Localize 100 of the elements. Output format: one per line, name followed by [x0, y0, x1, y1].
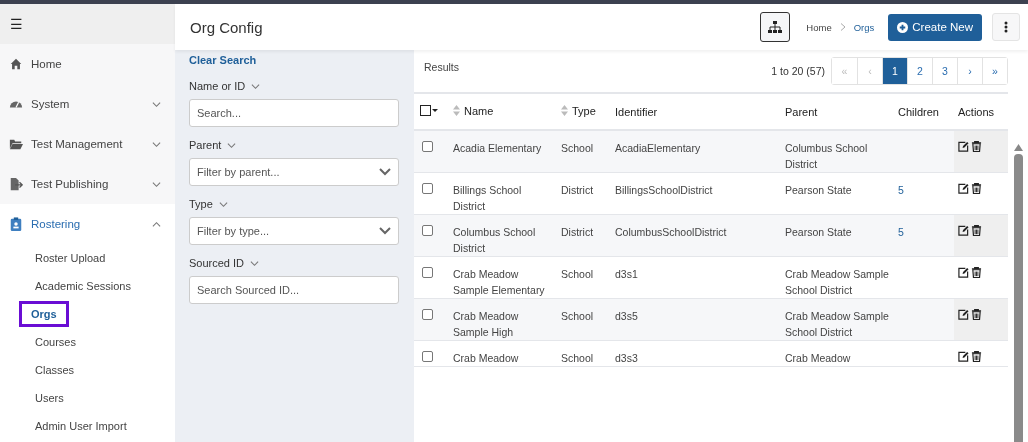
column-header: Actions [958, 105, 995, 118]
scrollbar[interactable] [1013, 154, 1023, 442]
sidebar-subitem[interactable]: Roster Upload [20, 245, 119, 271]
column-header: Type [572, 104, 596, 117]
row-checkbox[interactable] [422, 351, 433, 362]
results-label: Results [424, 61, 460, 73]
create-new-button[interactable]: Create New [888, 13, 982, 41]
select-all-checkbox[interactable] [420, 105, 431, 116]
table-cell: Crab Meadow Sample School District [785, 310, 889, 338]
sidebar-subitem[interactable]: Academic Sessions [20, 273, 144, 299]
chevron-down-icon[interactable] [379, 168, 391, 176]
sidebar-subitem[interactable]: Users [20, 385, 77, 411]
page-button[interactable]: » [982, 58, 1007, 84]
chevron-down-icon[interactable] [379, 227, 391, 235]
page-title: Org Config [190, 18, 264, 36]
chevron-icon [839, 23, 846, 31]
table-cell: School [561, 352, 594, 364]
sidebar-subitem[interactable]: Orgs [19, 301, 69, 327]
table-cell: d3s5 [615, 310, 638, 322]
delete-icon[interactable] [971, 225, 982, 236]
filter-label: Parent [189, 139, 222, 151]
delete-icon[interactable] [971, 267, 982, 278]
column-header: Children [898, 105, 939, 118]
sidebar-item[interactable]: Test Management [0, 124, 175, 164]
row-checkbox[interactable] [422, 309, 433, 320]
table-cell: School [561, 268, 594, 280]
results-range: 1 to 20 (57) [771, 65, 825, 77]
table-cell: Pearson State [785, 226, 852, 238]
edit-icon[interactable] [958, 183, 969, 194]
filter-dropdown[interactable]: Filter by parent... [189, 158, 399, 186]
table-cell: District [561, 226, 594, 238]
row-checkbox[interactable] [422, 183, 433, 194]
menu-button[interactable]: ☰ [10, 16, 23, 32]
children-count: 5 [898, 226, 904, 238]
chevron-icon [218, 199, 228, 209]
table-cell: School [561, 142, 594, 154]
scroll-up-icon[interactable] [1013, 144, 1023, 151]
sidebar-subitem[interactable]: Courses [20, 329, 89, 355]
chevron-icon [250, 258, 260, 268]
sidebar-item[interactable]: Rostering [0, 204, 175, 244]
table-cell: Pearson State [785, 184, 852, 196]
sidebar-item[interactable]: Test Publishing [0, 164, 175, 204]
chevron-icon [251, 81, 261, 91]
search-field[interactable]: Search... [189, 99, 399, 127]
caret-icon[interactable] [432, 108, 438, 113]
table-cell: Crab Meadow [453, 352, 519, 364]
sidebar-item[interactable]: Home [0, 44, 175, 84]
page-button[interactable]: 1 [882, 58, 907, 84]
plus-circle-icon [897, 21, 909, 33]
clear-search-link[interactable]: Clear Search [189, 54, 257, 66]
breadcrumb-link[interactable]: Home [806, 21, 832, 33]
table-cell: BillingsSchoolDistrict [615, 184, 713, 196]
delete-icon[interactable] [971, 309, 982, 320]
chevron-icon [152, 219, 161, 229]
table-cell: Columbus School District [453, 226, 536, 254]
file-arrow-icon [9, 177, 23, 191]
hierarchy-button[interactable] [760, 12, 791, 42]
table-cell: d3s1 [615, 268, 638, 280]
column-header: Name [464, 104, 494, 117]
home-icon [9, 57, 23, 71]
sidebar-item[interactable]: System [0, 84, 175, 124]
table-cell: District [561, 184, 594, 196]
column-header: Identifier [615, 105, 658, 118]
table-cell: Billings School District [453, 184, 522, 212]
filter-label: Sourced ID [189, 257, 245, 269]
delete-icon[interactable] [971, 141, 982, 152]
table-cell: d3s3 [615, 352, 638, 364]
more-icon [1004, 21, 1008, 33]
chevron-icon [227, 140, 237, 150]
edit-icon[interactable] [958, 141, 969, 152]
edit-icon[interactable] [958, 267, 969, 278]
sidebar-subitem[interactable]: Admin User Import [20, 413, 140, 439]
table-cell: AcadiaElementary [615, 142, 701, 154]
table-cell: Acadia Elementary [453, 142, 542, 154]
filter-dropdown[interactable]: Filter by type... [189, 217, 399, 245]
chevron-icon [152, 99, 161, 109]
table-cell: ColumbusSchoolDistrict [615, 226, 727, 238]
filter-label: Name or ID [189, 80, 246, 92]
folder-icon [9, 137, 23, 151]
chevron-icon [152, 179, 161, 189]
table-cell: Crab Meadow Sample School District [785, 268, 889, 296]
table-cell: Crab Meadow [785, 352, 851, 364]
table-cell: Columbus School District [785, 142, 868, 170]
table-cell: School [561, 310, 594, 322]
edit-icon[interactable] [958, 351, 969, 362]
table-cell: Crab Meadow Sample High [453, 310, 519, 338]
hierarchy-icon [768, 20, 783, 34]
sidebar-subitem[interactable]: Classes [20, 357, 88, 383]
chevron-icon [152, 139, 161, 149]
filter-label: Type [189, 198, 213, 210]
edit-icon[interactable] [958, 225, 969, 236]
search-field[interactable]: Search Sourced ID... [189, 276, 399, 304]
delete-icon[interactable] [971, 183, 982, 194]
row-checkbox[interactable] [422, 225, 433, 236]
row-checkbox[interactable] [422, 267, 433, 278]
children-count: 5 [898, 184, 904, 196]
breadcrumb-link[interactable]: Orgs [853, 21, 875, 33]
row-checkbox[interactable] [422, 141, 433, 152]
delete-icon[interactable] [971, 351, 982, 362]
edit-icon[interactable] [958, 309, 969, 320]
